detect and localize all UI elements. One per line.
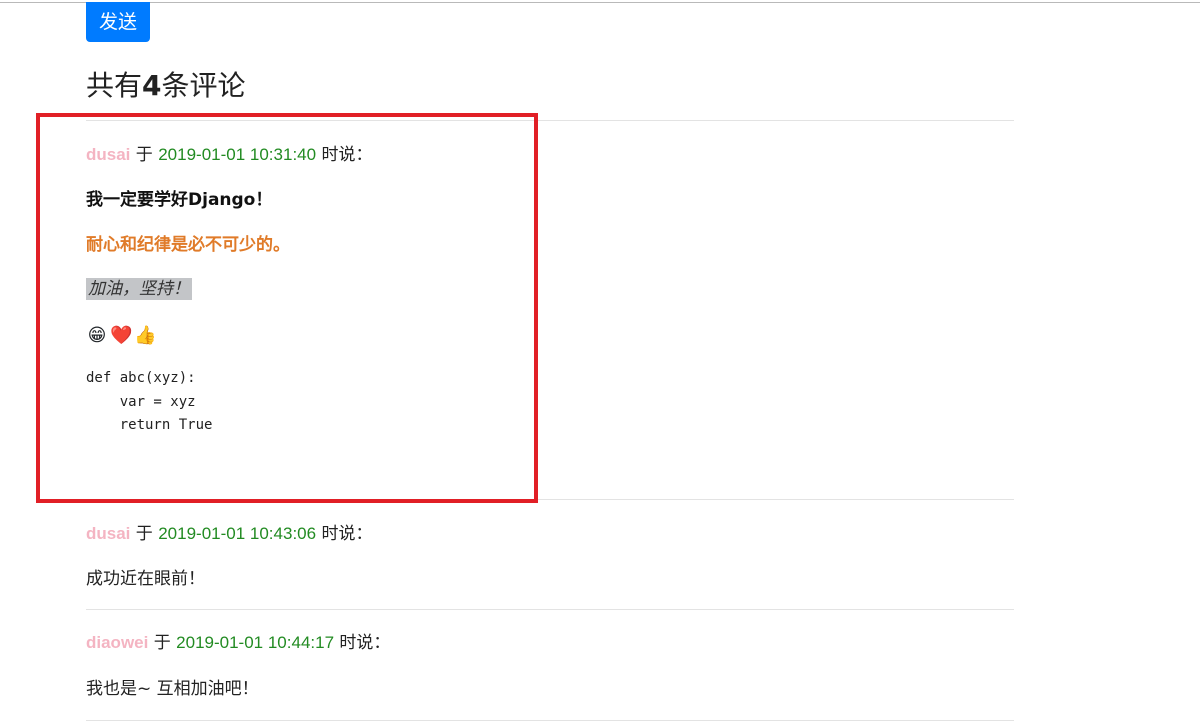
send-button[interactable]: 发送 bbox=[86, 2, 150, 42]
comment-on: 于 bbox=[130, 524, 159, 544]
comment-code-block: def abc(xyz): var = xyz return True bbox=[86, 370, 213, 433]
comment-item: dusai 于 2019-01-01 10:31:40 时说： 我一定要学好Dj… bbox=[86, 120, 1014, 500]
comment-header: dusai 于 2019-01-01 10:31:40 时说： bbox=[86, 144, 372, 166]
comment-time: 2019-01-01 10:43:06 bbox=[158, 524, 317, 543]
comment-said: 时说： bbox=[334, 633, 391, 653]
comment-text: 成功近在眼前！ bbox=[86, 569, 205, 589]
grin-emoji-icon: 😁 bbox=[87, 325, 107, 346]
comment-bold-text: 我一定要学好Django！ bbox=[86, 190, 273, 210]
heart-emoji-icon: ❤️ bbox=[110, 325, 133, 346]
comment-on: 于 bbox=[148, 633, 177, 653]
comment-item: dusai 于 2019-01-01 10:43:06 时说： 成功近在眼前！ bbox=[86, 499, 1014, 610]
comments-count-title: 共有4条评论 bbox=[86, 66, 246, 106]
thumbs-up-emoji-icon: 👍 bbox=[134, 325, 157, 346]
comment-author[interactable]: dusai bbox=[86, 145, 130, 164]
comment-header: dusai 于 2019-01-01 10:43:06 时说： bbox=[86, 523, 372, 545]
comment-item: diaowei 于 2019-01-01 10:44:17 时说： 我也是~ 互… bbox=[86, 609, 1014, 721]
top-divider bbox=[0, 2, 1200, 3]
comment-italic-text: 加油，坚持！ bbox=[86, 278, 192, 300]
comment-text: 我也是~ 互相加油吧！ bbox=[86, 679, 259, 699]
comment-author[interactable]: dusai bbox=[86, 524, 130, 543]
count-suffix: 条评论 bbox=[161, 69, 246, 102]
comment-on: 于 bbox=[130, 145, 159, 165]
emoji-row: 😁 ❤️ 👍 bbox=[86, 325, 157, 347]
comment-time: 2019-01-01 10:44:17 bbox=[176, 633, 335, 652]
comment-orange-text: 耐心和纪律是必不可少的。 bbox=[86, 235, 290, 255]
comment-author[interactable]: diaowei bbox=[86, 633, 148, 652]
comment-time: 2019-01-01 10:31:40 bbox=[158, 145, 317, 164]
comment-header: diaowei 于 2019-01-01 10:44:17 时说： bbox=[86, 632, 390, 654]
comment-said: 时说： bbox=[316, 524, 373, 544]
count-prefix: 共有 bbox=[86, 69, 143, 102]
comment-said: 时说： bbox=[316, 145, 373, 165]
comment-count: 4 bbox=[142, 69, 162, 102]
